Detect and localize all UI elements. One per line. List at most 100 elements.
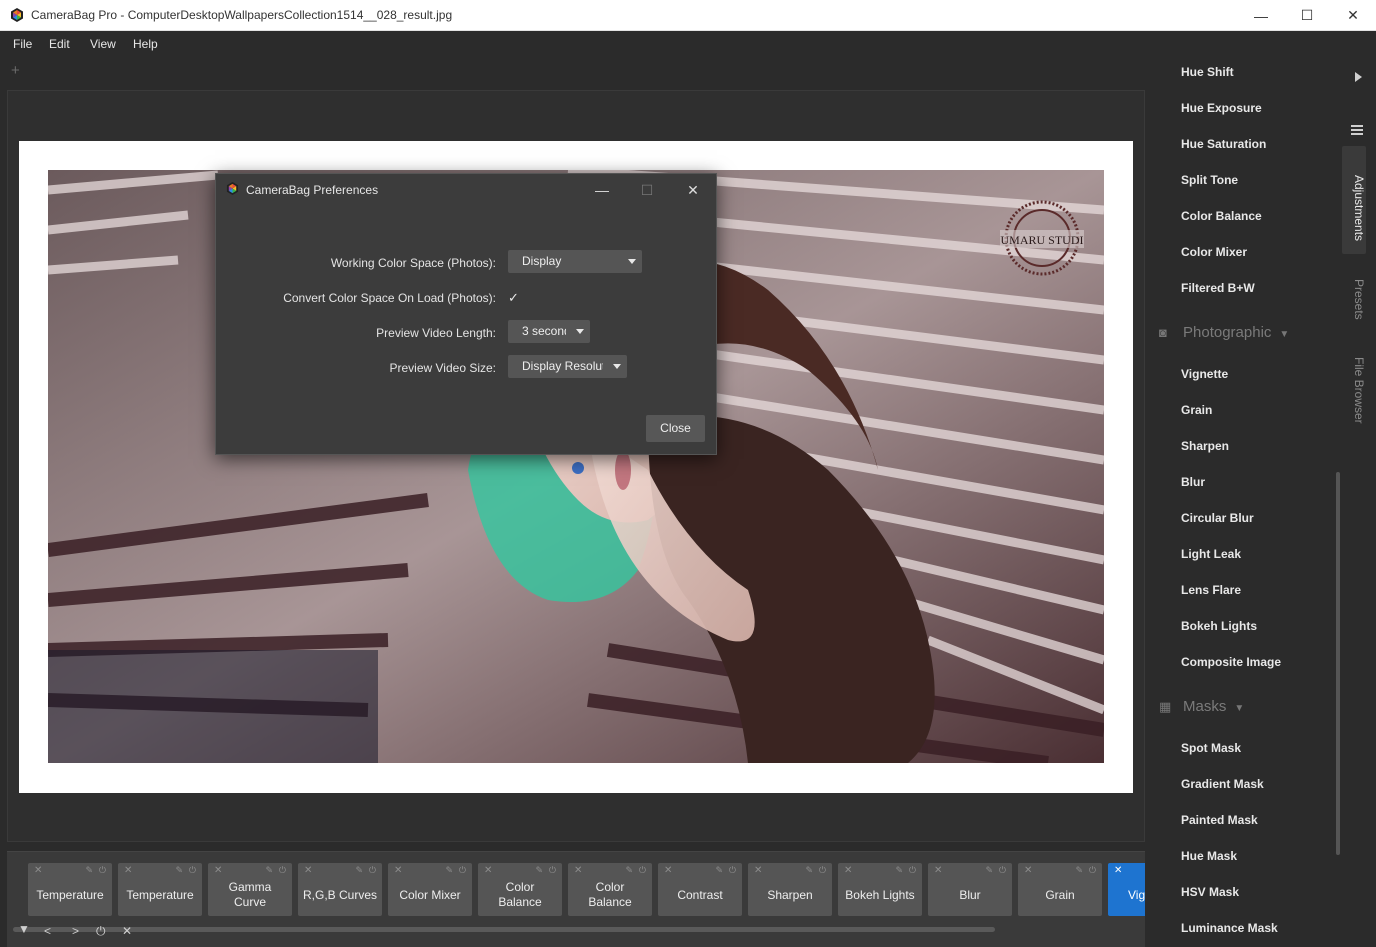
menu-view[interactable]: View [90,37,116,51]
add-tab-icon[interactable]: + [11,62,20,79]
photographic-section-header[interactable]: ◙ Photographic ▼ [1159,324,1289,341]
strip-scrollbar[interactable] [13,927,995,932]
chevron-right-icon[interactable]: > [72,924,79,938]
menu-icon[interactable] [1351,125,1363,137]
strip-card[interactable]: ✕ ✎ ⏻ Color Mixer [388,863,472,916]
adjustment-item[interactable]: Lens Flare [1181,583,1241,597]
adjustment-item[interactable]: Composite Image [1181,655,1281,669]
remove-icon[interactable]: ✕ [664,865,672,876]
power-icon[interactable]: ⏻ [99,865,106,876]
adjustment-item[interactable]: Light Leak [1181,547,1241,561]
remove-icon[interactable]: ✕ [574,865,582,876]
strip-card[interactable]: ✕ ✎ ⏻ Contrast [658,863,742,916]
remove-icon[interactable]: ✕ [844,865,852,876]
tab-presets[interactable]: Presets [1342,269,1366,329]
preview-video-length-select[interactable]: 3 seconds [508,320,590,343]
dialog-maximize-button[interactable]: ☐ [632,179,662,201]
strip-card[interactable]: ✕ ✎ ⏻ Color Balance [568,863,652,916]
remove-icon[interactable]: ✕ [124,865,132,876]
convert-color-space-checkbox[interactable]: ✓ [508,290,519,306]
close-window-button[interactable]: ✕ [1330,0,1376,31]
power-icon[interactable]: ⏻ [999,865,1006,876]
pin-icon[interactable]: ✎ [805,865,813,876]
mask-item[interactable]: Painted Mask [1181,813,1258,827]
adjustment-item[interactable]: Split Tone [1181,173,1238,187]
adjustment-item[interactable]: Hue Exposure [1181,101,1262,115]
remove-icon[interactable]: ✕ [1024,865,1032,876]
pin-icon[interactable]: ✎ [175,865,183,876]
remove-icon[interactable]: ✕ [754,865,762,876]
power-icon[interactable]: ⏻ [909,865,916,876]
menu-help[interactable]: Help [133,37,158,51]
adjustment-item[interactable]: Blur [1181,475,1205,489]
adjustment-item[interactable]: Grain [1181,403,1212,417]
strip-card[interactable]: ✕ ✎ ⏻ Temperature [28,863,112,916]
strip-card[interactable]: ✕ ✎ ⏻ Gamma Curve [208,863,292,916]
pin-icon[interactable]: ✎ [445,865,453,876]
power-icon[interactable]: ⏻ [819,865,826,876]
adjustment-item[interactable]: Sharpen [1181,439,1229,453]
pin-icon[interactable]: ✎ [355,865,363,876]
collapse-panel-icon[interactable] [1355,72,1362,82]
adjustment-item[interactable]: Hue Shift [1181,65,1234,79]
pin-icon[interactable]: ✎ [265,865,273,876]
adjustment-item[interactable]: Vignette [1181,367,1228,381]
mask-item[interactable]: Luminance Mask [1181,921,1278,935]
strip-card[interactable]: ✕ ✎ ⏻ Sharpen [748,863,832,916]
adjustment-item[interactable]: Filtered B+W [1181,281,1255,295]
power-icon[interactable]: ⏻ [459,865,466,876]
pin-icon[interactable]: ✎ [985,865,993,876]
remove-icon[interactable]: ✕ [1114,865,1122,876]
strip-card[interactable]: ✕ ✎ ⏻ Grain [1018,863,1102,916]
power-icon[interactable]: ⏻ [1089,865,1096,876]
working-color-space-select[interactable]: Display [508,250,642,273]
adjustment-item[interactable]: Color Mixer [1181,245,1247,259]
masks-section-header[interactable]: ▦ Masks ▼ [1159,698,1244,715]
strip-card-active[interactable]: ✕ Vig [1108,863,1145,916]
pin-icon[interactable]: ✎ [1075,865,1083,876]
adjustment-item[interactable]: Hue Saturation [1181,137,1266,151]
remove-icon[interactable]: ✕ [394,865,402,876]
power-icon[interactable]: ⏻ [279,865,286,876]
pin-icon[interactable]: ✎ [715,865,723,876]
tab-file-browser[interactable]: File Browser [1342,350,1366,430]
power-icon[interactable]: ⏻ [639,865,646,876]
adjustment-item[interactable]: Color Balance [1181,209,1262,223]
remove-icon[interactable]: ✕ [214,865,222,876]
menu-edit[interactable]: Edit [49,37,70,51]
maximize-button[interactable]: ☐ [1284,0,1330,31]
preview-video-size-select[interactable]: Display Resolution [508,355,627,378]
remove-icon[interactable]: ✕ [484,865,492,876]
adjustment-item[interactable]: Bokeh Lights [1181,619,1257,633]
power-icon[interactable]: ⏻ [549,865,556,876]
mask-item[interactable]: Spot Mask [1181,741,1241,755]
menu-file[interactable]: File [13,37,32,51]
clear-icon[interactable]: ✕ [122,924,132,938]
close-button[interactable]: Close [646,415,705,442]
power-icon[interactable]: ⏻ [96,924,106,939]
strip-card[interactable]: ✕ ✎ ⏻ R,G,B Curves [298,863,382,916]
pin-icon[interactable]: ✎ [895,865,903,876]
remove-icon[interactable]: ✕ [304,865,312,876]
power-icon[interactable]: ⏻ [369,865,376,876]
strip-card[interactable]: ✕ ✎ ⏻ Color Balance [478,863,562,916]
dialog-minimize-button[interactable]: — [587,179,617,201]
panel-scrollbar[interactable] [1336,472,1340,855]
minimize-button[interactable]: — [1238,0,1284,31]
remove-icon[interactable]: ✕ [934,865,942,876]
mask-item[interactable]: HSV Mask [1181,885,1239,899]
chevron-left-icon[interactable]: < [44,924,51,938]
power-icon[interactable]: ⏻ [189,865,196,876]
collapse-strip-icon[interactable]: ▼ [18,922,30,936]
adjustment-item[interactable]: Circular Blur [1181,511,1254,525]
strip-card[interactable]: ✕ ✎ ⏻ Blur [928,863,1012,916]
mask-item[interactable]: Gradient Mask [1181,777,1264,791]
strip-card[interactable]: ✕ ✎ ⏻ Temperature [118,863,202,916]
tab-adjustments[interactable]: Adjustments [1342,146,1366,254]
pin-icon[interactable]: ✎ [85,865,93,876]
pin-icon[interactable]: ✎ [535,865,543,876]
remove-icon[interactable]: ✕ [34,865,42,876]
dialog-close-button[interactable]: ✕ [678,179,708,201]
pin-icon[interactable]: ✎ [625,865,633,876]
strip-card[interactable]: ✕ ✎ ⏻ Bokeh Lights [838,863,922,916]
